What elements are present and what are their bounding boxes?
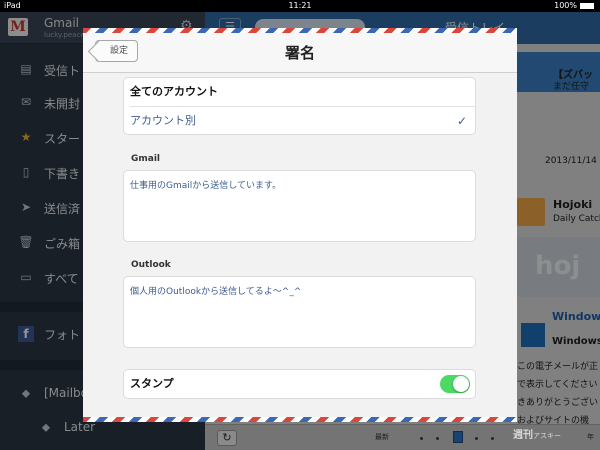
- signature-scope-group: 全てのアカウント アカウント別 ✓: [123, 77, 476, 135]
- outlook-signature-field[interactable]: 個人用のOutlookから送信してるよ〜^_^: [123, 276, 476, 348]
- option-per-account[interactable]: アカウント別 ✓: [124, 107, 475, 135]
- watermark-subtext: アスキー: [533, 432, 561, 440]
- watermark-logo: 週刊アスキー: [513, 426, 561, 441]
- back-button[interactable]: 設定: [95, 40, 139, 62]
- signature-modal: 署名 設定 全てのアカウント アカウント別 ✓ Gmail 仕事用のGmailか…: [83, 28, 517, 422]
- modal-title: 署名: [284, 44, 315, 62]
- battery-indicator: 100%: [554, 0, 594, 12]
- watermark-text: 週刊: [513, 430, 533, 441]
- option-all-accounts[interactable]: 全てのアカウント: [124, 78, 475, 106]
- clock: 11:21: [288, 1, 312, 10]
- checkmark-icon: ✓: [456, 114, 467, 128]
- modal-nav-bar: 署名 設定: [83, 33, 517, 73]
- stamp-label: スタンプ: [130, 377, 174, 390]
- battery-percent: 100%: [554, 1, 577, 10]
- stamp-setting-row: スタンプ: [123, 369, 476, 399]
- option-label: 全てのアカウント: [130, 85, 218, 98]
- gmail-signature-field[interactable]: 仕事用のGmailから送信しています。: [123, 170, 476, 242]
- gmail-signature-text: 仕事用のGmailから送信しています。: [130, 181, 282, 191]
- gmail-section-label: Gmail: [131, 154, 161, 164]
- stamp-toggle[interactable]: [440, 375, 470, 393]
- back-button-label: 設定: [110, 46, 129, 56]
- outlook-signature-text: 個人用のOutlookから送信してるよ〜^_^: [130, 287, 302, 297]
- option-label: アカウント別: [130, 114, 196, 127]
- status-bar: iPad 11:21 100%: [0, 0, 600, 12]
- airmail-border-bottom: [83, 417, 517, 422]
- toggle-knob: [453, 376, 469, 392]
- battery-icon: [580, 3, 594, 9]
- outlook-section-label: Outlook: [131, 260, 171, 270]
